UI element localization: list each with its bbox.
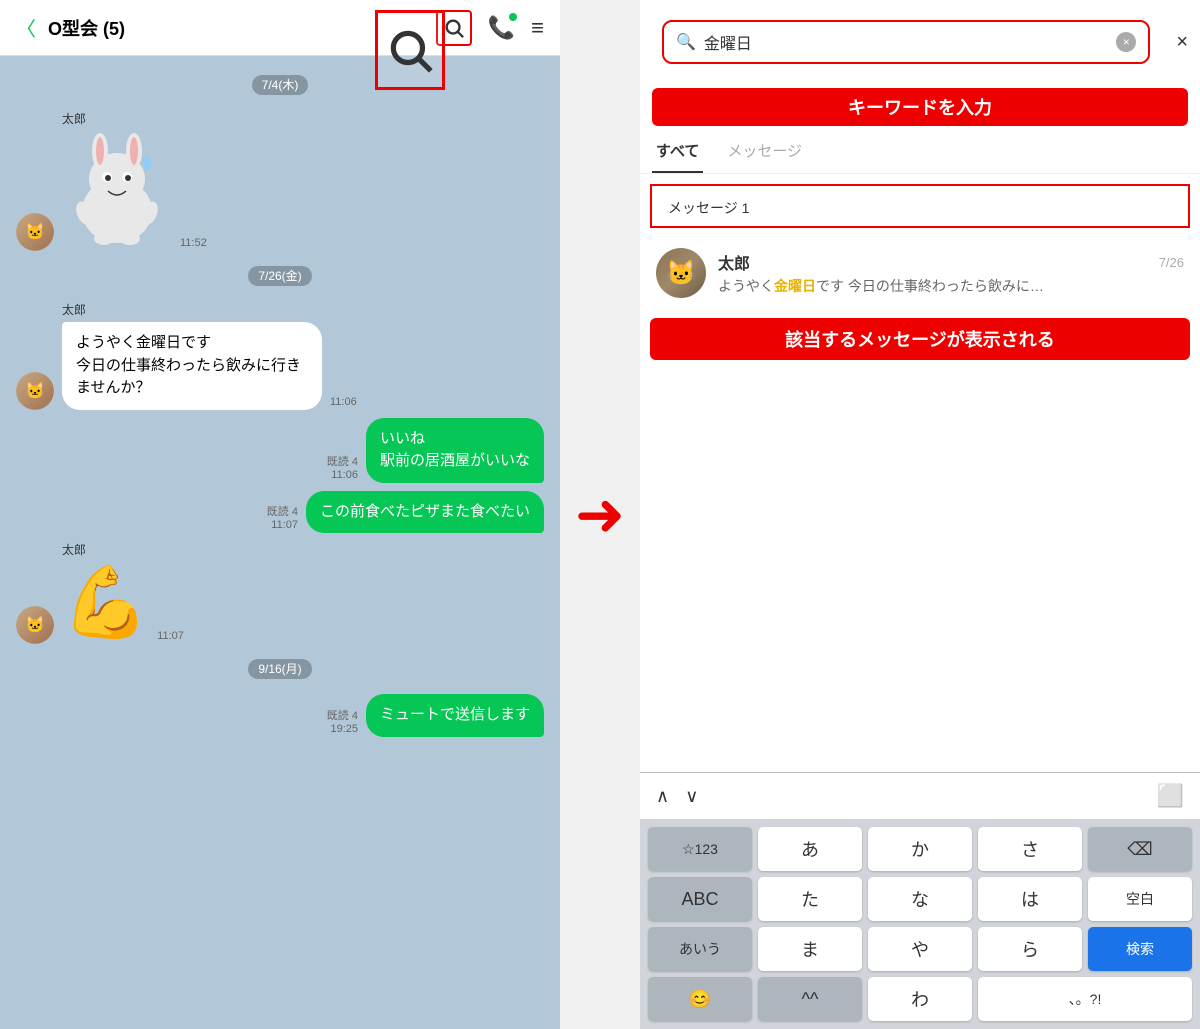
message-row: 🐱 太郎 ようやく金曜日です今日の仕事終わったら飲みに行きませんか？ 11:06 xyxy=(16,301,544,410)
key-wa[interactable]: わ xyxy=(868,977,972,1021)
sender-name: 太郎 xyxy=(62,110,172,127)
tab-messages[interactable]: メッセージ xyxy=(723,130,806,173)
chat-header: 〈 O型会 (5) 📞 ≡ xyxy=(0,0,560,56)
message-bubble: この前食べたピザまた食べたい xyxy=(306,491,544,534)
date-badge: 7/26(金) xyxy=(16,267,544,285)
result-section-title: メッセージ 1 xyxy=(650,184,1190,228)
message-content: 太郎 xyxy=(62,110,172,251)
message-meta: 既読 4 19:25 xyxy=(327,707,358,737)
sender-name: 太郎 xyxy=(62,541,149,558)
sticker xyxy=(62,131,172,251)
search-bar[interactable]: 🔍 × xyxy=(662,20,1150,64)
message-meta: 既読 4 11:07 xyxy=(267,503,298,533)
arrow-icon: ➜ xyxy=(575,480,625,550)
keyboard-grid: ☆123 あ か さ ⌫ ABC た な は 空白 あいう ま や ら 検索 😊… xyxy=(640,819,1200,1029)
header-icons: 📞 ≡ xyxy=(436,10,544,46)
key-search[interactable]: 検索 xyxy=(1088,927,1192,971)
message-bubble: いいね駅前の居酒屋がいいな xyxy=(366,418,544,483)
key-ma[interactable]: ま xyxy=(758,927,862,971)
key-emoji[interactable]: 😊 xyxy=(648,977,752,1021)
result-preview: ようやく金曜日です 今日の仕事終わったら飲みに… xyxy=(718,276,1184,296)
key-ra[interactable]: ら xyxy=(978,927,1082,971)
chat-messages: 7/4(木) 🐱 太郎 xyxy=(0,56,560,1029)
key-ta[interactable]: た xyxy=(758,877,862,921)
result-name: 太郎 xyxy=(718,250,750,274)
avatar: 🐱 xyxy=(16,372,54,410)
nav-up[interactable]: ∧ xyxy=(656,786,669,807)
result-name-row: 太郎 7/26 xyxy=(718,250,1184,274)
date-badge: 7/4(木) xyxy=(16,76,544,94)
key-delete[interactable]: ⌫ xyxy=(1088,827,1192,871)
message-row: 既読 4 11:07 この前食べたピザまた食べたい xyxy=(16,491,544,534)
menu-icon[interactable]: ≡ xyxy=(531,15,544,41)
key-a[interactable]: あ xyxy=(758,827,862,871)
result-item[interactable]: 🐱 太郎 7/26 ようやく金曜日です 今日の仕事終わったら飲みに… xyxy=(640,238,1200,308)
message-time: 11:52 xyxy=(180,237,207,251)
message-time: 11:07 xyxy=(157,630,184,644)
keyword-annotation: キーワードを入力 xyxy=(652,88,1188,126)
key-space[interactable]: 空白 xyxy=(1088,877,1192,921)
arrow-section: ➜ xyxy=(560,0,640,1029)
search-icon-overlay xyxy=(375,10,445,90)
message-bubble: ミュートで送信します xyxy=(366,694,544,737)
message-content: 太郎 ようやく金曜日です今日の仕事終わったら飲みに行きませんか？ xyxy=(62,301,322,410)
search-tabs: すべて メッセージ xyxy=(640,130,1200,174)
key-punct[interactable]: 、。?! xyxy=(978,977,1192,1021)
sender-name: 太郎 xyxy=(62,301,322,318)
message-row: 🐱 太郎 xyxy=(16,110,544,251)
message-annotation: 該当するメッセージが表示される xyxy=(650,318,1190,360)
date-badge: 9/16(月) xyxy=(16,660,544,678)
keyboard-area: ∧ ∨ ⬜ ☆123 あ か さ ⌫ ABC た な は 空白 あいう ま や … xyxy=(640,772,1200,1029)
message-time: 11:06 xyxy=(330,396,357,410)
key-abc[interactable]: ABC xyxy=(648,877,752,921)
chat-title: O型会 (5) xyxy=(48,15,424,41)
result-avatar: 🐱 xyxy=(656,248,706,298)
tab-all[interactable]: すべて xyxy=(652,130,703,173)
clear-button[interactable]: × xyxy=(1116,32,1136,52)
message-content: 太郎 💪 xyxy=(62,541,149,644)
key-na[interactable]: な xyxy=(868,877,972,921)
message-meta: 既読 4 11:06 xyxy=(327,453,358,483)
phone-icon[interactable]: 📞 xyxy=(488,15,515,41)
back-button[interactable]: 〈 xyxy=(16,13,36,42)
message-bubble: ようやく金曜日です今日の仕事終わったら飲みに行きませんか？ xyxy=(62,322,322,410)
key-sa[interactable]: さ xyxy=(978,827,1082,871)
keyboard-nav: ∧ ∨ ⬜ xyxy=(640,773,1200,819)
nav-down[interactable]: ∨ xyxy=(685,786,698,807)
left-panel: 〈 O型会 (5) 📞 ≡ 7/4(木) xyxy=(0,0,560,1029)
key-caret[interactable]: ^^ xyxy=(758,977,862,1021)
message-row: 🐱 太郎 💪 11:07 xyxy=(16,541,544,644)
calendar-icon[interactable]: ⬜ xyxy=(1157,783,1184,809)
sticker: 💪 xyxy=(62,562,149,644)
key-aiue[interactable]: あいう xyxy=(648,927,752,971)
result-info: 太郎 7/26 ようやく金曜日です 今日の仕事終わったら飲みに… xyxy=(718,250,1184,296)
key-ha[interactable]: は xyxy=(978,877,1082,921)
key-ya[interactable]: や xyxy=(868,927,972,971)
result-date: 7/26 xyxy=(1159,255,1184,270)
key-ka[interactable]: か xyxy=(868,827,972,871)
search-input[interactable] xyxy=(704,33,1108,51)
avatar: 🐱 xyxy=(16,213,54,251)
message-row: 既読 4 19:25 ミュートで送信します xyxy=(16,694,544,737)
key-123[interactable]: ☆123 xyxy=(648,827,752,871)
message-row: 既読 4 11:06 いいね駅前の居酒屋がいいな xyxy=(16,418,544,483)
nav-arrows: ∧ ∨ xyxy=(656,786,698,807)
avatar: 🐱 xyxy=(16,606,54,644)
search-icon: 🔍 xyxy=(676,32,696,52)
right-panel: 🔍 × × キーワードを入力 すべて メッセージ メッセージ 1 🐱 太郎 7/… xyxy=(640,0,1200,1029)
close-button[interactable]: × xyxy=(1176,31,1188,54)
